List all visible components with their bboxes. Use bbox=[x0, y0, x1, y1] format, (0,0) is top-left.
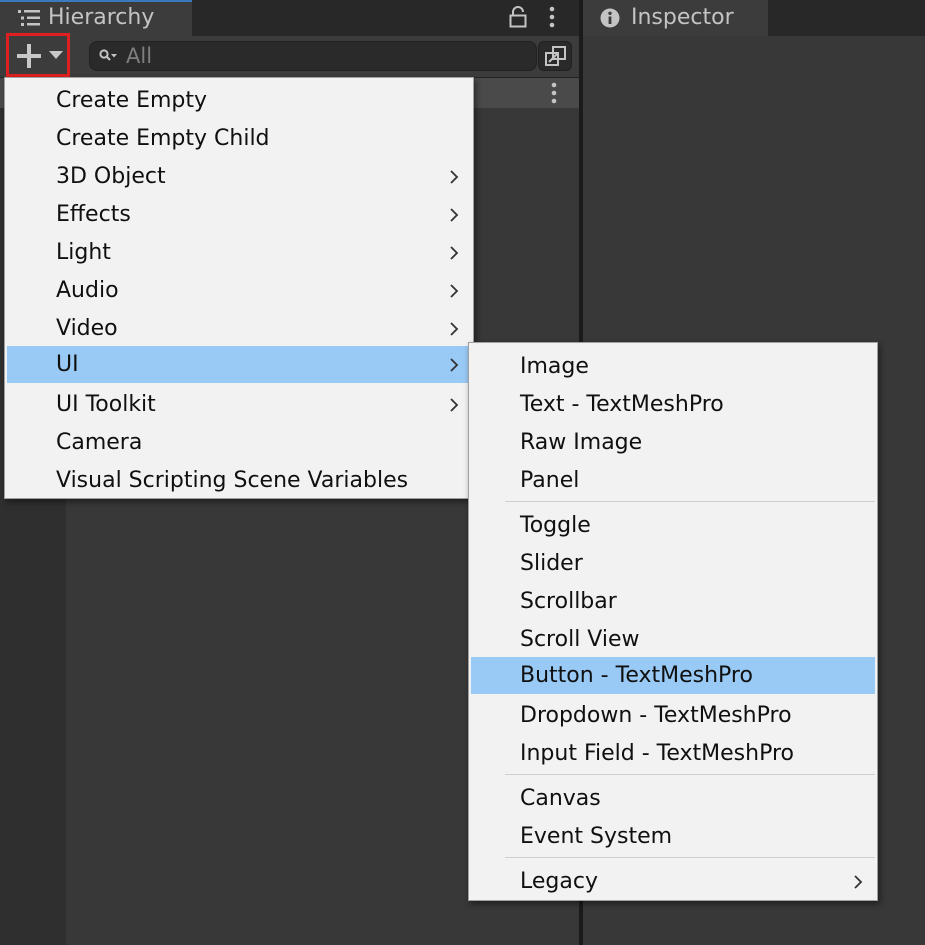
list-icon bbox=[18, 10, 40, 26]
menu-item-ui-toolkit[interactable]: UI Toolkit bbox=[5, 386, 473, 424]
menu-item-label: 3D Object bbox=[56, 164, 166, 189]
menu-item-label: Image bbox=[520, 354, 589, 379]
menu-item-label: Scrollbar bbox=[520, 589, 617, 614]
inspector-tab-label: Inspector bbox=[631, 5, 734, 30]
menu-item-input-field-textmeshpro[interactable]: Input Field - TextMeshPro bbox=[469, 735, 877, 773]
menu-item-label: Event System bbox=[520, 824, 673, 849]
menu-item-scrollbar[interactable]: Scrollbar bbox=[469, 583, 877, 621]
menu-item-legacy[interactable]: Legacy bbox=[469, 863, 877, 901]
menu-item-label: Dropdown - TextMeshPro bbox=[520, 703, 792, 728]
menu-item-visual-scripting-scene-variables[interactable]: Visual Scripting Scene Variables bbox=[5, 462, 473, 500]
menu-item-label: Button - TextMeshPro bbox=[520, 663, 753, 688]
scene-options-icon[interactable] bbox=[548, 81, 560, 105]
scene-search-icon bbox=[545, 46, 566, 66]
menu-item-label: UI Toolkit bbox=[56, 392, 156, 417]
chevron-right-icon bbox=[854, 875, 863, 889]
chevron-right-icon bbox=[450, 246, 459, 260]
info-icon bbox=[600, 8, 620, 28]
menu-item-label: Toggle bbox=[520, 513, 591, 538]
menu-item-label: Effects bbox=[56, 202, 131, 227]
menu-item-label: Legacy bbox=[520, 869, 598, 894]
menu-item-label: Camera bbox=[56, 430, 143, 455]
more-options-icon[interactable] bbox=[546, 6, 558, 28]
menu-item-label: Raw Image bbox=[520, 430, 643, 455]
menu-item-camera[interactable]: Camera bbox=[5, 424, 473, 462]
chevron-right-icon bbox=[450, 284, 459, 298]
search-placeholder: All bbox=[126, 44, 153, 68]
menu-item-panel[interactable]: Panel bbox=[469, 462, 877, 500]
hierarchy-search-input[interactable]: All bbox=[89, 41, 537, 71]
create-menu: Create Empty Create Empty Child 3D Objec… bbox=[4, 77, 474, 499]
menu-item-label: Scroll View bbox=[520, 627, 640, 652]
menu-item-audio[interactable]: Audio bbox=[5, 272, 473, 310]
search-by-type-button[interactable] bbox=[538, 41, 572, 71]
menu-item-label: Create Empty bbox=[56, 88, 208, 113]
menu-item-dropdown-textmeshpro[interactable]: Dropdown - TextMeshPro bbox=[469, 697, 877, 735]
menu-item-raw-image[interactable]: Raw Image bbox=[469, 424, 877, 462]
menu-item-slider[interactable]: Slider bbox=[469, 545, 877, 583]
chevron-right-icon bbox=[450, 170, 459, 184]
create-add-button[interactable] bbox=[6, 33, 70, 77]
menu-item-scroll-view[interactable]: Scroll View bbox=[469, 621, 877, 659]
menu-item-canvas[interactable]: Canvas bbox=[469, 780, 877, 818]
menu-item-label: Panel bbox=[520, 468, 580, 493]
menu-item-toggle[interactable]: Toggle bbox=[469, 507, 877, 545]
menu-item-3d-object[interactable]: 3D Object bbox=[5, 158, 473, 196]
menu-item-label: Light bbox=[56, 240, 111, 265]
hierarchy-tab-label: Hierarchy bbox=[48, 5, 155, 30]
ui-submenu: Image Text - TextMeshPro Raw Image Panel… bbox=[468, 342, 878, 901]
menu-item-label: Create Empty Child bbox=[56, 126, 270, 151]
menu-item-label: Visual Scripting Scene Variables bbox=[56, 468, 409, 493]
menu-item-button-textmeshpro[interactable]: Button - TextMeshPro bbox=[471, 657, 875, 694]
plus-icon bbox=[17, 44, 41, 68]
menu-item-label: UI bbox=[56, 352, 79, 377]
chevron-right-icon bbox=[450, 358, 459, 372]
menu-item-label: Audio bbox=[56, 278, 119, 303]
search-icon bbox=[99, 49, 117, 61]
menu-separator bbox=[505, 501, 875, 502]
menu-item-text-textmeshpro[interactable]: Text - TextMeshPro bbox=[469, 386, 877, 424]
menu-item-create-empty[interactable]: Create Empty bbox=[5, 82, 473, 120]
dropdown-arrow-icon bbox=[49, 51, 63, 59]
menu-item-video[interactable]: Video bbox=[5, 310, 473, 348]
chevron-right-icon bbox=[450, 208, 459, 222]
menu-item-label: Slider bbox=[520, 551, 583, 576]
menu-item-label: Text - TextMeshPro bbox=[520, 392, 724, 417]
menu-item-label: Input Field - TextMeshPro bbox=[520, 741, 794, 766]
menu-item-label: Video bbox=[56, 316, 118, 341]
menu-item-image[interactable]: Image bbox=[469, 348, 877, 386]
menu-item-create-empty-child[interactable]: Create Empty Child bbox=[5, 120, 473, 158]
menu-separator bbox=[505, 774, 875, 775]
menu-item-effects[interactable]: Effects bbox=[5, 196, 473, 234]
menu-item-ui[interactable]: UI bbox=[7, 346, 471, 383]
menu-separator bbox=[505, 857, 875, 858]
menu-item-light[interactable]: Light bbox=[5, 234, 473, 272]
chevron-right-icon bbox=[450, 398, 459, 412]
lock-icon[interactable] bbox=[509, 6, 527, 28]
menu-item-event-system[interactable]: Event System bbox=[469, 818, 877, 856]
menu-item-label: Canvas bbox=[520, 786, 601, 811]
chevron-right-icon bbox=[450, 322, 459, 336]
